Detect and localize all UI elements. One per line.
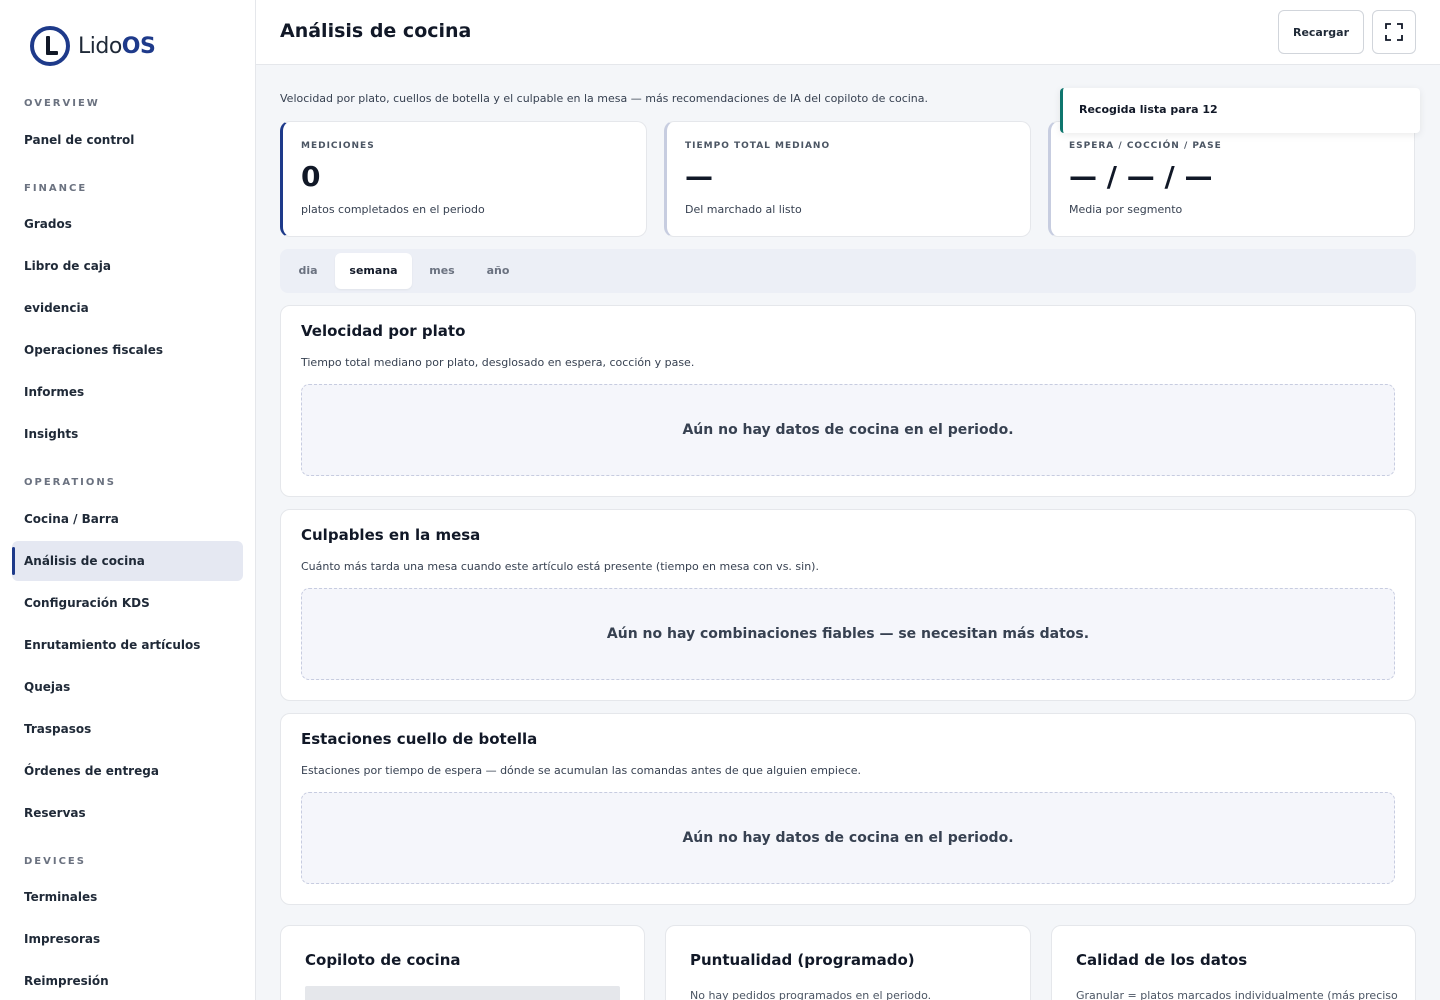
sidebar-item-enrutamiento-de-articulos[interactable]: Enrutamiento de artículos [12,625,243,665]
panel-estaciones-cuello-de-botella: Estaciones cuello de botella Estaciones … [280,713,1416,905]
sidebar-item-quejas[interactable]: Quejas [12,667,243,707]
page-title: Análisis de cocina [280,20,472,42]
reload-button[interactable]: Recargar [1278,10,1364,54]
card-copiloto-de-cocina: Copiloto de cocina [280,925,645,1000]
tab-mes[interactable]: mes [418,253,466,289]
stat-desc: Del marchado al listo [685,203,802,216]
sidebar: LidoOS OVERVIEW Panel de control FINANCE… [0,0,256,1000]
sidebar-item-operaciones-fiscales[interactable]: Operaciones fiscales [12,330,243,370]
notification-toast[interactable]: Recogida lista para 12 [1060,88,1420,133]
empty-state: Aún no hay datos de cocina en el periodo… [301,384,1395,476]
stat-label: ESPERA / COCCIÓN / PASE [1069,141,1222,151]
stat-card-segmentos: ESPERA / COCCIÓN / PASE — / — / — Media … [1048,121,1415,237]
card-desc: Granular = platos marcados individualmen… [1076,989,1398,1000]
panel-desc: Estaciones por tiempo de espera — dónde … [301,764,862,777]
panel-title: Velocidad por plato [301,322,466,340]
card-title: Copiloto de cocina [305,951,461,969]
tab-semana[interactable]: semana [335,253,412,289]
panel-desc: Tiempo total mediano por plato, desglosa… [301,356,695,369]
card-title: Puntualidad (programado) [690,951,915,969]
nav-section-devices: DEVICES [24,856,86,867]
panel-culpables-en-la-mesa: Culpables en la mesa Cuánto más tarda un… [280,509,1416,701]
stat-label: MEDICIONES [301,141,375,151]
page-header: Análisis de cocina Recargar [256,0,1440,65]
nav-section-operations: OPERATIONS [24,477,116,488]
sidebar-item-terminales[interactable]: Terminales [12,877,243,917]
panel-velocidad-por-plato: Velocidad por plato Tiempo total mediano… [280,305,1416,497]
sidebar-item-reservas[interactable]: Reservas [12,793,243,833]
card-puntualidad: Puntualidad (programado) No hay pedidos … [665,925,1031,1000]
card-title: Calidad de los datos [1076,951,1248,969]
stat-desc: Media por segmento [1069,203,1183,216]
brand-logo[interactable]: LidoOS [30,26,156,66]
sidebar-item-ordenes-de-entrega[interactable]: Órdenes de entrega [12,751,243,791]
stat-value: — / — / — [1069,160,1213,193]
card-calidad-de-los-datos: Calidad de los datos Granular = platos m… [1051,925,1416,1000]
card-desc: No hay pedidos programados en el periodo… [690,989,932,1000]
stat-value: — [685,160,713,193]
copilot-placeholder [305,986,620,1000]
empty-state: Aún no hay datos de cocina en el periodo… [301,792,1395,884]
nav-section-finance: FINANCE [24,183,88,194]
period-tabs: dia semana mes año [280,249,1416,293]
sidebar-item-insights[interactable]: Insights [12,414,243,454]
tab-dia[interactable]: dia [286,253,330,289]
tab-ano[interactable]: año [474,253,522,289]
sidebar-item-panel-de-control[interactable]: Panel de control [12,120,243,160]
sidebar-item-informes[interactable]: Informes [12,372,243,412]
empty-state: Aún no hay combinaciones fiables — se ne… [301,588,1395,680]
stat-value: 0 [301,160,321,193]
sidebar-item-analisis-de-cocina[interactable]: Análisis de cocina [12,541,243,581]
panel-desc: Cuánto más tarda una mesa cuando este ar… [301,560,819,573]
sidebar-item-cocina-barra[interactable]: Cocina / Barra [12,499,243,539]
panel-title: Culpables en la mesa [301,526,481,544]
nav-section-overview: OVERVIEW [24,98,100,109]
brand-name: LidoOS [78,33,156,59]
stat-label: TIEMPO TOTAL MEDIANO [685,141,831,151]
stat-card-mediciones: MEDICIONES 0 platos completados en el pe… [280,121,647,237]
stat-card-tiempo-total: TIEMPO TOTAL MEDIANO — Del marchado al l… [664,121,1031,237]
sidebar-item-traspasos[interactable]: Traspasos [12,709,243,749]
stat-desc: platos completados en el periodo [301,203,485,216]
page-subtitle: Velocidad por plato, cuellos de botella … [280,92,929,105]
logo-icon [30,26,70,66]
expand-icon [1385,23,1403,41]
sidebar-item-libro-de-caja[interactable]: Libro de caja [12,246,243,286]
sidebar-item-grados[interactable]: Grados [12,204,243,244]
fullscreen-button[interactable] [1372,10,1416,54]
sidebar-item-evidencia[interactable]: evidencia [12,288,243,328]
sidebar-item-reimpresion[interactable]: Reimpresión [12,961,243,1000]
sidebar-item-impresoras[interactable]: Impresoras [12,919,243,959]
panel-title: Estaciones cuello de botella [301,730,538,748]
sidebar-item-configuracion-kds[interactable]: Configuración KDS [12,583,243,623]
